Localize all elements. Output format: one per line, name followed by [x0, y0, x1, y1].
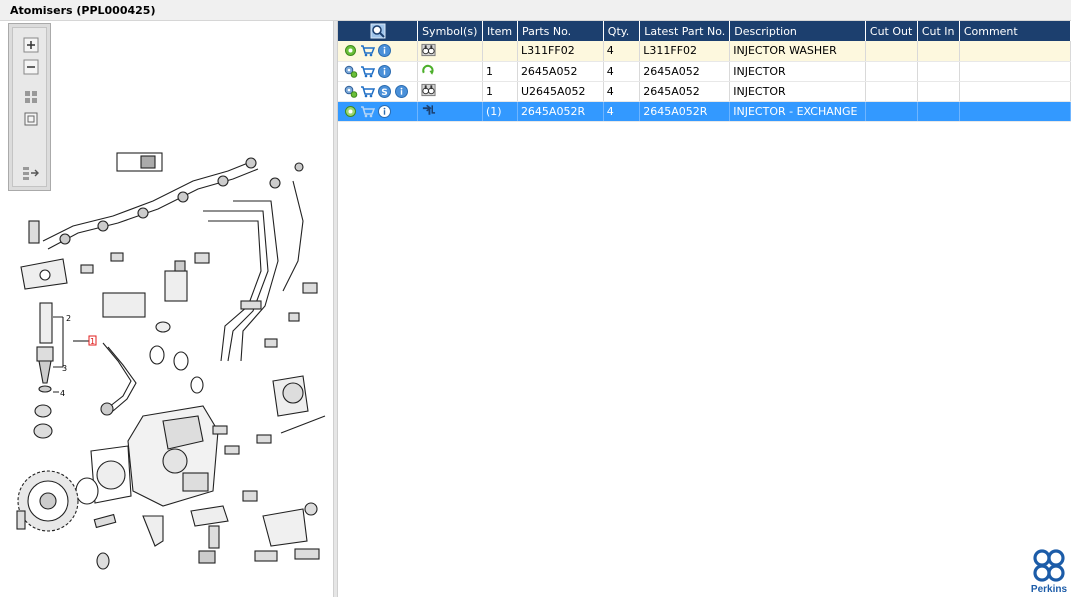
- svg-text:S: S: [381, 88, 387, 98]
- row-actions-cell: [338, 101, 419, 122]
- part-no-cell[interactable]: 2645A052R: [517, 101, 604, 122]
- cut-in-cell: [917, 41, 960, 62]
- zoom-in-button[interactable]: [22, 36, 40, 54]
- qty-cell: 4: [603, 101, 641, 122]
- table-row[interactable]: S 1 U2645A052 4 2645A052 INJECTOR: [338, 81, 1071, 102]
- perkins-logo-icon: [1033, 549, 1065, 582]
- callout-2[interactable]: 2: [66, 314, 71, 323]
- illustration-pane[interactable]: 1 2 3 4: [3, 21, 333, 597]
- window-titlebar: Atomisers (PPL000425): [0, 0, 1071, 21]
- zoom-toolbox: [8, 23, 51, 191]
- row-symbol-cell: [417, 61, 484, 82]
- part-no-cell[interactable]: 2645A052: [517, 61, 604, 82]
- row-actions-cell: [338, 61, 419, 82]
- qty-cell: 4: [603, 41, 641, 62]
- s-badge-icon[interactable]: S: [377, 84, 392, 99]
- table-row[interactable]: 1 2645A052 4 2645A052 INJECTOR: [338, 61, 1071, 82]
- row-symbol-cell: [417, 41, 484, 62]
- column-header-search[interactable]: [338, 21, 419, 41]
- info-icon[interactable]: [377, 43, 392, 58]
- item-cell: 1: [482, 81, 518, 102]
- table-row[interactable]: L311FF02 4 L311FF02 INJECTOR WASHER: [338, 41, 1071, 62]
- cut-in-cell: [917, 81, 960, 102]
- part-no-cell[interactable]: U2645A052: [517, 81, 604, 102]
- callout-1[interactable]: 1: [90, 337, 95, 346]
- description-cell: INJECTOR WASHER: [729, 41, 866, 62]
- comment-cell: [959, 81, 1071, 102]
- row-actions-cell: S: [338, 81, 419, 102]
- parts-grid: Symbol(s) Item Parts No. Qty. Latest Par…: [338, 21, 1071, 122]
- cut-in-cell: [917, 61, 960, 82]
- description-cell: INJECTOR - EXCHANGE: [729, 101, 866, 122]
- exploded-parts-diagram[interactable]: 1 2 3 4: [3, 21, 333, 597]
- supersede-arrow-icon[interactable]: [421, 102, 436, 117]
- callout-3[interactable]: 3: [62, 364, 67, 373]
- cart-icon[interactable]: [360, 64, 375, 79]
- row-actions-cell: [338, 41, 419, 62]
- gears-icon[interactable]: [343, 84, 358, 99]
- column-header-parts-no[interactable]: Parts No.: [517, 21, 604, 41]
- fit-to-window-button[interactable]: [22, 88, 40, 106]
- brand-name: Perkins: [1030, 584, 1068, 595]
- column-header-comment[interactable]: Comment: [959, 21, 1071, 41]
- zoom-out-icon: [23, 59, 39, 75]
- cart-icon[interactable]: [360, 43, 375, 58]
- latest-part-no-cell[interactable]: L311FF02: [639, 41, 731, 62]
- part-no-cell[interactable]: L311FF02: [517, 41, 604, 62]
- column-header-symbols[interactable]: Symbol(s): [417, 21, 484, 41]
- callout-4[interactable]: 4: [60, 389, 65, 398]
- cut-out-cell: [865, 101, 918, 122]
- qty-cell: 4: [603, 61, 641, 82]
- item-cell: 1: [482, 61, 518, 82]
- latest-part-no-cell[interactable]: 2645A052: [639, 81, 731, 102]
- perkins-logo: Perkins: [1028, 548, 1070, 596]
- zoom-out-button[interactable]: [22, 58, 40, 76]
- panel-arrow-icon: [23, 167, 39, 180]
- toggle-panel-button[interactable]: [22, 164, 40, 182]
- column-header-latest-part-no[interactable]: Latest Part No.: [639, 21, 731, 41]
- fit-window-icon: [25, 91, 37, 103]
- cut-in-cell: [917, 101, 960, 122]
- gear-icon[interactable]: [343, 43, 358, 58]
- cart-icon[interactable]: [360, 104, 375, 119]
- window-title: Atomisers (PPL000425): [10, 4, 156, 17]
- binoculars-icon[interactable]: [421, 42, 436, 57]
- search-grid-icon: [370, 23, 386, 39]
- gear-icon[interactable]: [343, 104, 358, 119]
- gears-icon[interactable]: [343, 64, 358, 79]
- cut-out-cell: [865, 61, 918, 82]
- zoom-in-icon: [23, 37, 39, 53]
- description-cell: INJECTOR: [729, 61, 866, 82]
- comment-cell: [959, 61, 1071, 82]
- cart-icon[interactable]: [360, 84, 375, 99]
- cut-out-cell: [865, 81, 918, 102]
- info-icon[interactable]: [394, 84, 409, 99]
- latest-part-no-cell[interactable]: 2645A052: [639, 61, 731, 82]
- row-symbol-cell: [417, 101, 484, 122]
- binoculars-icon[interactable]: [421, 82, 436, 97]
- column-header-qty[interactable]: Qty.: [603, 21, 641, 41]
- column-header-cut-out[interactable]: Cut Out: [865, 21, 918, 41]
- parts-table: Symbol(s) Item Parts No. Qty. Latest Par…: [338, 21, 1071, 122]
- qty-cell: 4: [603, 81, 641, 102]
- zoom-toolbox-inner: [12, 27, 47, 187]
- exchange-arrow-icon[interactable]: [421, 62, 436, 77]
- comment-cell: [959, 101, 1071, 122]
- header-row: Symbol(s) Item Parts No. Qty. Latest Par…: [338, 21, 1071, 41]
- row-symbol-cell: [417, 81, 484, 102]
- column-header-cut-in[interactable]: Cut In: [917, 21, 960, 41]
- item-cell: (1): [482, 101, 518, 122]
- actual-size-icon: [24, 112, 38, 126]
- cut-out-cell: [865, 41, 918, 62]
- info-icon[interactable]: [377, 64, 392, 79]
- comment-cell: [959, 41, 1071, 62]
- latest-part-no-cell[interactable]: 2645A052R: [639, 101, 731, 122]
- info-icon[interactable]: [377, 104, 392, 119]
- column-header-item[interactable]: Item: [482, 21, 518, 41]
- item-cell: [482, 41, 518, 62]
- actual-size-button[interactable]: [22, 110, 40, 128]
- table-row-selected[interactable]: (1) 2645A052R 4 2645A052R INJECTOR - EXC…: [338, 101, 1071, 122]
- description-cell: INJECTOR: [729, 81, 866, 102]
- column-header-description[interactable]: Description: [729, 21, 866, 41]
